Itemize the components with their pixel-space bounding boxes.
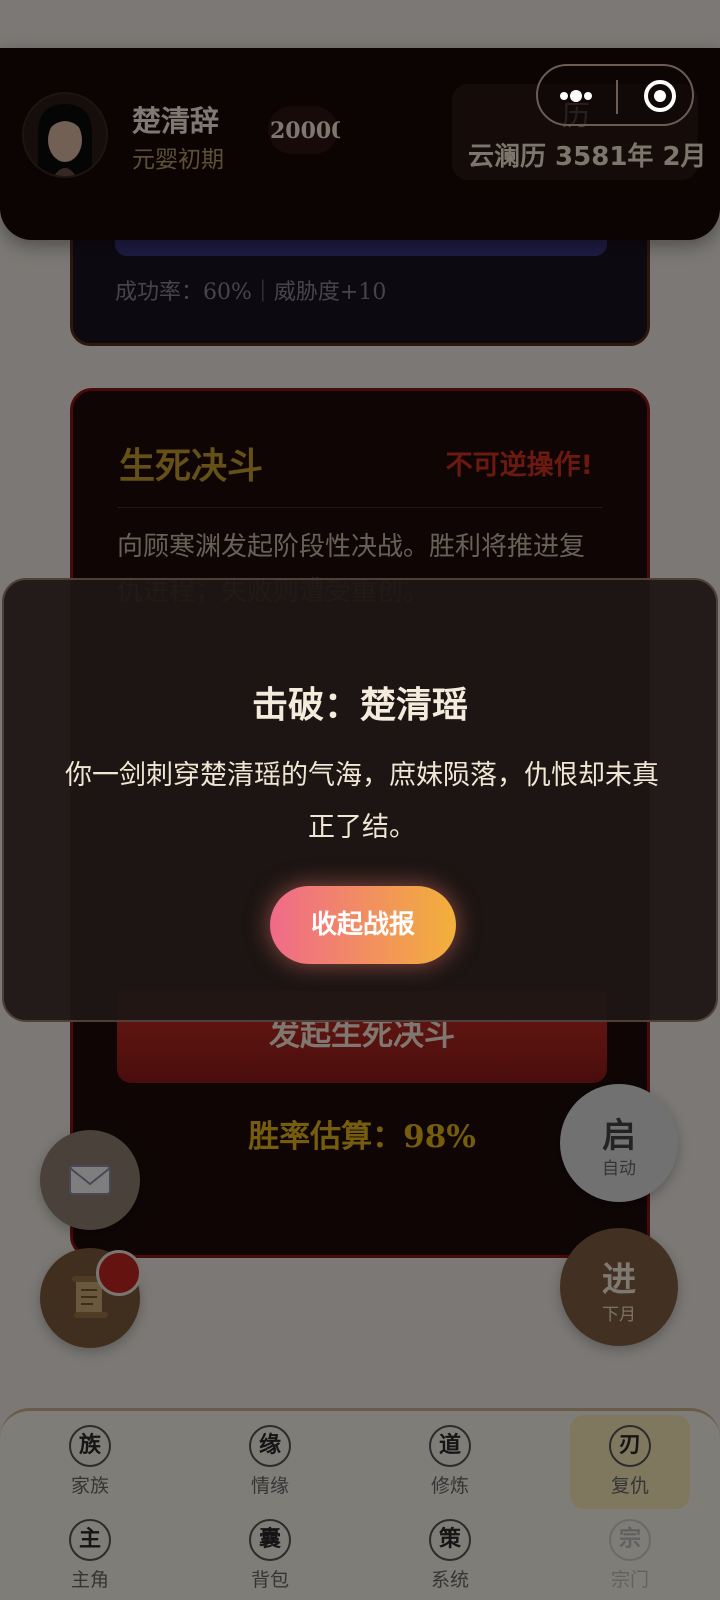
battle-report-modal: 击破：楚清瑶 你一剑刺穿楚清瑶的气海，庶妹陨落，仇恨却未真正了结。 收起战报 [2,578,718,1022]
target-icon[interactable] [642,78,678,114]
mini-program-capsule [536,64,694,126]
modal-body: 你一剑刺穿楚清瑶的气海，庶妹陨落，仇恨却未真正了结。 [65,760,659,843]
more-dots-icon[interactable] [558,84,594,108]
modal-title: 击破：楚清瑶 [251,685,468,726]
close-report-button[interactable]: 收起战报 [270,886,456,964]
capsule-divider [616,80,618,114]
